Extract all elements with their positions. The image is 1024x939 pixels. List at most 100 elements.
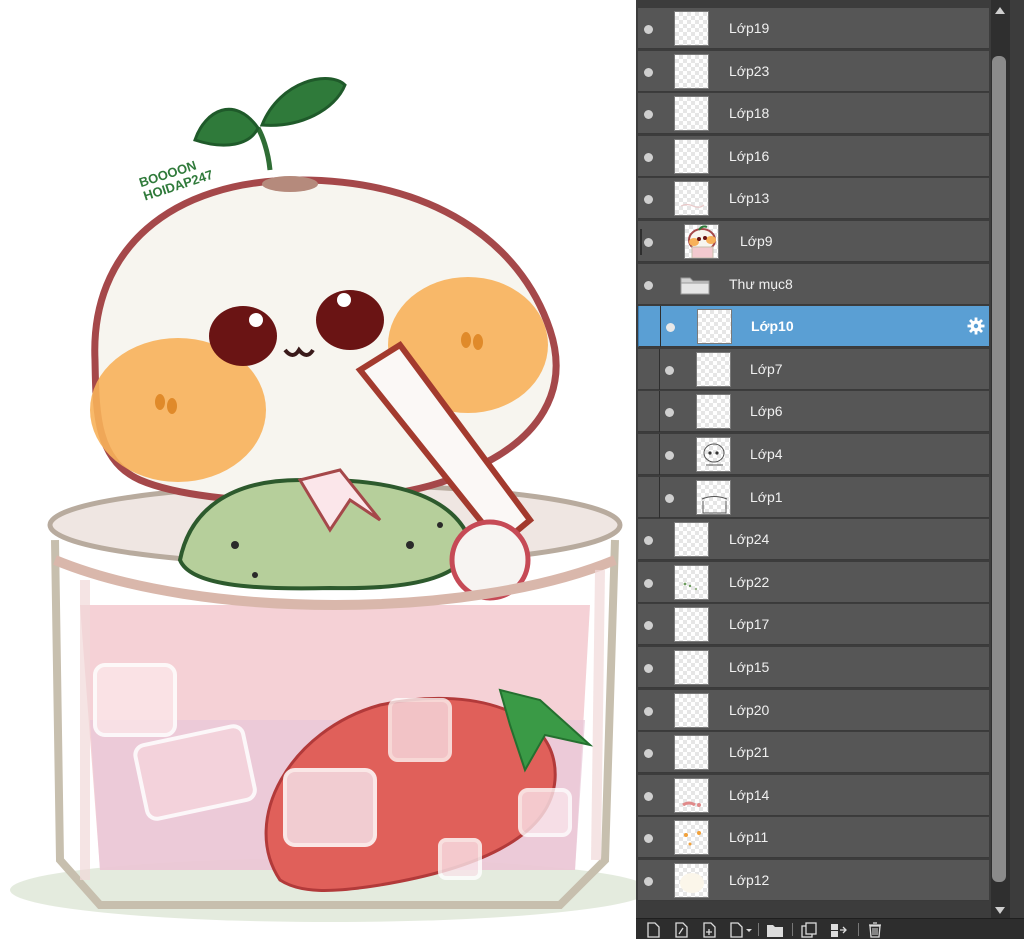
visibility-eye-icon[interactable] xyxy=(644,621,653,631)
visibility-eye-icon[interactable] xyxy=(644,791,653,801)
layer-thumbnail xyxy=(697,309,732,345)
layer-row[interactable]: Lớp12 xyxy=(638,860,989,901)
new-folder-icon[interactable] xyxy=(766,922,784,938)
layer-row[interactable]: Lớp24 xyxy=(638,519,989,561)
layer-name: Lớp14 xyxy=(729,786,770,803)
visibility-eye-icon[interactable] xyxy=(644,238,653,247)
layer-settings-gear-icon[interactable] xyxy=(967,317,985,335)
drawing-canvas[interactable]: BOOOON HOIDAP247 xyxy=(0,0,636,938)
layer-row[interactable]: Lớp9 xyxy=(638,221,989,262)
visibility-eye-icon[interactable] xyxy=(644,536,653,546)
new-vector-layer-icon[interactable] xyxy=(672,922,690,938)
layer-row[interactable]: Lớp23 xyxy=(638,50,989,92)
visibility-eye-icon[interactable] xyxy=(665,365,674,375)
layer-row[interactable]: Lớp10 xyxy=(638,306,989,348)
layer-row[interactable]: Lớp6 xyxy=(638,391,989,433)
visibility-eye-icon[interactable] xyxy=(644,749,653,759)
folder-indent-guide xyxy=(659,476,660,518)
new-layer-icon[interactable] xyxy=(700,922,718,938)
layer-name: Lớp15 xyxy=(729,659,770,675)
visibility-eye-icon[interactable] xyxy=(644,25,653,34)
visibility-eye-icon[interactable] xyxy=(665,493,674,503)
layer-row[interactable]: Lớp21 xyxy=(638,732,989,774)
layer-row[interactable]: Lớp20 xyxy=(638,689,989,731)
layer-name: Lớp18 xyxy=(729,105,770,122)
layer-name: Lớp19 xyxy=(729,20,770,36)
layer-name: Thư mục8 xyxy=(729,275,793,292)
layer-thumbnail xyxy=(674,777,709,813)
layer-name: Lớp13 xyxy=(729,190,770,207)
new-layer-menu-icon[interactable] xyxy=(728,922,754,938)
layer-name: Lớp16 xyxy=(729,147,770,164)
layer-thumbnail xyxy=(674,692,709,728)
layer-thumbnail xyxy=(674,522,709,558)
layer-row[interactable]: Lớp16 xyxy=(638,135,989,177)
layer-row[interactable]: Lớp17 xyxy=(638,604,989,646)
layer-thumbnail xyxy=(674,181,709,217)
layer-row[interactable]: Lớp22 xyxy=(638,561,989,603)
layer-name: Lớp21 xyxy=(729,744,770,761)
layer-row[interactable]: Lớp14 xyxy=(638,774,989,816)
layer-name: Lớp4 xyxy=(750,446,783,462)
layer-name: Lớp23 xyxy=(729,62,770,79)
layer-thumbnail xyxy=(696,437,731,472)
delete-layer-icon[interactable] xyxy=(866,922,884,938)
visibility-eye-icon[interactable] xyxy=(666,323,675,333)
folder-indent-guide xyxy=(659,348,660,390)
folder-indent-guide xyxy=(659,434,660,475)
scroll-down-arrow-icon[interactable] xyxy=(995,907,1005,914)
layer-thumbnail xyxy=(674,650,709,685)
folder-icon xyxy=(680,277,710,295)
layer-thumbnail xyxy=(674,138,709,174)
visibility-eye-icon[interactable] xyxy=(644,664,653,673)
merge-layer-icon[interactable] xyxy=(830,922,848,938)
layer-thumbnail xyxy=(674,11,709,46)
layer-name: Lớp24 xyxy=(729,531,770,548)
scroll-up-arrow-icon[interactable] xyxy=(995,7,1005,14)
layer-thumbnail xyxy=(674,863,709,898)
layer-scrollbar-thumb[interactable] xyxy=(992,56,1006,882)
layer-name: Lớp7 xyxy=(750,360,783,377)
visibility-eye-icon[interactable] xyxy=(644,67,653,77)
layer-thumbnail xyxy=(674,735,709,771)
layer-name: Lớp10 xyxy=(751,318,794,335)
visibility-eye-icon[interactable] xyxy=(665,451,674,460)
visibility-eye-icon[interactable] xyxy=(644,578,653,588)
layer-thumbnail xyxy=(696,394,731,430)
layer-folder-row[interactable]: Thư mục8 xyxy=(638,263,989,305)
layer-row[interactable]: Lớp1 xyxy=(638,476,989,518)
layer-thumbnail xyxy=(674,820,709,856)
layer-row[interactable]: Lớp18 xyxy=(638,93,989,135)
visibility-eye-icon[interactable] xyxy=(644,280,653,290)
layer-row[interactable]: Lớp15 xyxy=(638,647,989,688)
visibility-eye-icon[interactable] xyxy=(665,408,674,418)
layer-thumbnail xyxy=(696,351,731,387)
layer-thumbnail xyxy=(674,564,709,600)
layer-name: Lớp17 xyxy=(729,616,770,633)
visibility-eye-icon[interactable] xyxy=(644,877,653,886)
visibility-eye-icon[interactable] xyxy=(644,152,653,162)
copy-layer-icon[interactable] xyxy=(800,922,818,938)
visibility-eye-icon[interactable] xyxy=(644,706,653,716)
layer-row[interactable]: Lớp13 xyxy=(638,178,989,220)
layer-thumbnail xyxy=(674,607,709,643)
visibility-eye-icon[interactable] xyxy=(644,834,653,844)
visibility-eye-icon[interactable] xyxy=(644,110,653,120)
layer-name: Lớp1 xyxy=(750,488,783,505)
layer-thumbnail xyxy=(696,479,731,515)
clip-indicator xyxy=(640,229,642,255)
layer-name: Lớp6 xyxy=(750,403,783,420)
layer-row[interactable]: Lớp7 xyxy=(638,348,989,390)
layer-name: Lớp12 xyxy=(729,872,770,888)
layer-row[interactable]: Lớp19 xyxy=(638,8,989,49)
new-raster-layer-icon[interactable] xyxy=(644,922,662,938)
layer-name: Lớp20 xyxy=(729,701,770,718)
layer-row[interactable]: Lớp4 xyxy=(638,434,989,475)
layer-row[interactable]: Lớp11 xyxy=(638,817,989,859)
layer-thumbnail xyxy=(674,53,709,89)
layer-toolbar xyxy=(636,918,1024,939)
illustration xyxy=(10,77,636,922)
layer-name: Lớp22 xyxy=(729,573,770,590)
visibility-eye-icon[interactable] xyxy=(644,195,653,205)
layer-name: Lớp11 xyxy=(729,829,769,846)
